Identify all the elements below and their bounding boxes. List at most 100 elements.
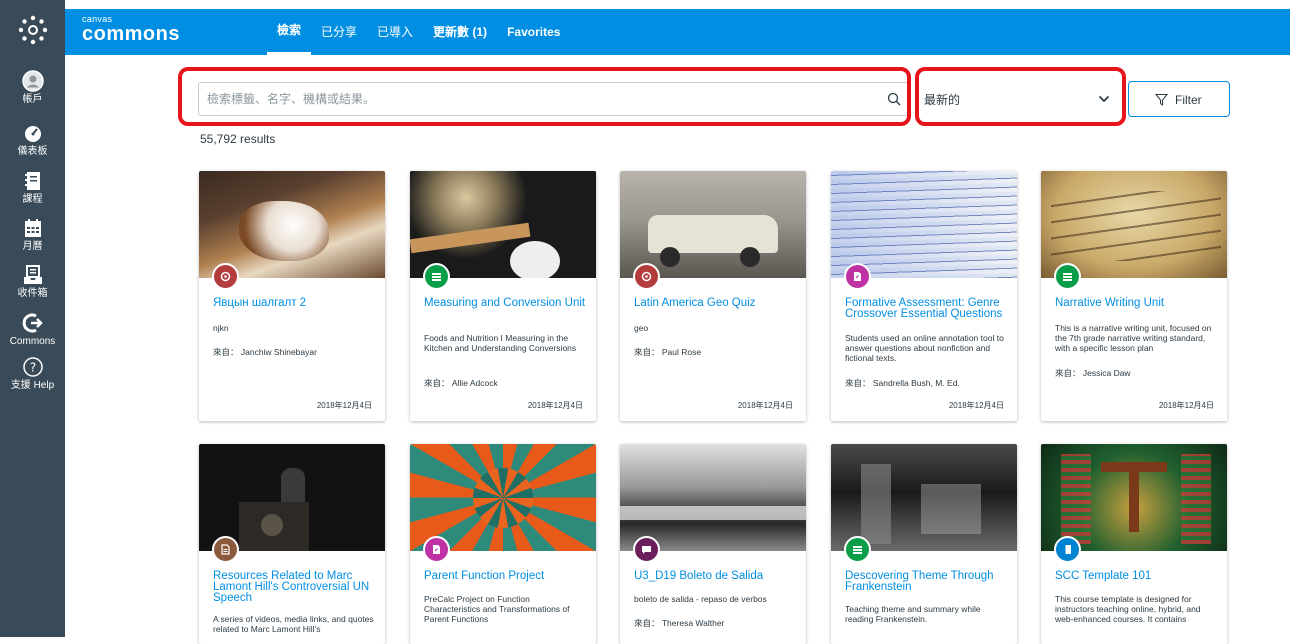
card-author: 來自： Jessica Daw [1055,368,1131,378]
rail-item-dashboard[interactable]: 儀表板 [0,122,65,158]
filter-button[interactable]: Filter [1128,81,1230,117]
rail-item-label: 儀表板 [17,146,48,157]
card-thumbnail [620,444,806,551]
card-title[interactable]: Parent Function Project [424,570,586,582]
card-thumbnail [199,444,385,551]
resource-card[interactable]: Latin America Geo Quiz geo 來自： Paul Rose… [620,171,806,421]
card-type-badge [423,536,450,563]
card-author: 來自： Theresa Walther [634,618,725,628]
assignment-icon [433,545,440,554]
card-thumbnail [410,444,596,551]
card-thumbnail [1041,444,1227,551]
filter-label: Filter [1175,93,1202,107]
card-type-badge [633,263,660,290]
card-date: 2018年12月4日 [1158,401,1214,410]
card-date: 2018年12月4日 [737,401,793,410]
card-description: boleto de salida - repaso de verbos [634,594,767,604]
module-icon [1063,273,1072,281]
rail-item-help[interactable]: ? 支援 Help [0,356,65,392]
card-description: njkn [213,323,229,333]
card-type-badge [844,536,871,563]
card-date: 2018年12月4日 [948,401,1004,410]
card-type-badge [844,263,871,290]
tab-search[interactable]: 檢索 [267,9,312,55]
card-description: Foods and Nutrition I Measuring in the K… [424,333,577,353]
card-title[interactable]: Formative Assessment: Genre Crossover Es… [845,297,1007,320]
resource-card[interactable]: Resources Related to Marc Lamont Hill's … [199,444,385,644]
rail-item-account[interactable]: 帳戶 [0,70,65,106]
inbox-icon [23,265,42,284]
card-author: 來自： Sandrella Bush, M. Ed. [845,378,960,388]
card-title[interactable]: U3_D19 Boleto de Salida [634,570,796,582]
card-author: 來自： Paul Rose [634,347,702,357]
global-nav-rail: 帳戶 儀表板 課程 月曆 收件箱 Commons ? 支援 Help [0,0,65,637]
tab-imported[interactable]: 已導入 [367,9,423,55]
card-title[interactable]: Явцын шалгалт 2 [213,297,375,309]
card-type-badge [423,263,450,290]
results-count: 55,792 results [200,132,276,146]
canvas-logo-icon[interactable] [17,14,49,46]
search-input[interactable] [207,83,867,115]
page-icon [221,544,230,555]
filter-funnel-icon [1155,94,1168,106]
resource-card[interactable]: Narrative Writing Unit This is a narrati… [1041,171,1227,421]
card-title[interactable]: SCC Template 101 [1055,570,1217,582]
rail-item-inbox[interactable]: 收件箱 [0,264,65,300]
resource-card[interactable]: Formative Assessment: Genre Crossover Es… [831,171,1017,421]
card-thumbnail [1041,171,1227,278]
card-type-badge [633,536,660,563]
card-title[interactable]: Descovering Theme Through Frankenstein [845,570,1007,593]
card-description: A series of videos, media links, and quo… [213,614,374,634]
card-thumbnail [831,171,1017,278]
card-author: 來自： Janchiw Shinebayar [213,347,317,357]
brand-big-text: commons [82,23,180,45]
card-title[interactable]: Latin America Geo Quiz [634,297,796,309]
resource-card[interactable]: Measuring and Conversion Unit Foods and … [410,171,596,421]
help-icon: ? [22,357,43,377]
card-description: geo [634,323,649,333]
commons-brand[interactable]: canvas commons [82,15,180,45]
rail-item-commons[interactable]: Commons [0,312,65,348]
card-thumbnail [410,171,596,278]
dashboard-icon [24,126,41,142]
card-description: Teaching theme and summary while reading… [845,604,981,624]
rail-item-label: Commons [9,336,56,347]
sort-select[interactable]: 最新的 [924,82,1120,116]
avatar-icon [21,70,44,92]
card-type-badge [212,536,239,563]
module-icon [432,273,441,281]
card-author: 來自： Allie Adcock [424,378,498,388]
rail-item-courses[interactable]: 課程 [0,170,65,206]
quiz-icon [641,271,652,282]
card-thumbnail [199,171,385,278]
card-description-text: Students used an online annotation tool … [845,333,1004,363]
module-icon [853,546,862,554]
card-description: This course template is designed for ins… [1055,594,1201,624]
search-icon[interactable] [887,92,901,106]
card-title[interactable]: Narrative Writing Unit [1055,297,1217,309]
course-icon [1064,545,1071,554]
tab-shared[interactable]: 已分享 [311,9,367,55]
card-title[interactable]: Resources Related to Marc Lamont Hill's … [213,570,375,604]
resource-card[interactable]: Явцын шалгалт 2 njkn 來自： Janchiw Shineba… [199,171,385,421]
rail-item-calendar[interactable]: 月曆 [0,217,65,253]
card-type-badge [212,263,239,290]
tab-favorites[interactable]: Favorites [497,9,570,55]
card-description: PreCalc Project on Function Characterist… [424,594,570,624]
card-date: 2018年12月4日 [527,401,583,410]
chevron-down-icon [1098,95,1110,103]
rail-item-label: 收件箱 [17,288,48,299]
resource-card[interactable]: Descovering Theme Through Frankenstein T… [831,444,1017,644]
card-type-badge [1054,263,1081,290]
resource-card[interactable]: U3_D19 Boleto de Salida boleto de salida… [620,444,806,644]
tab-updates[interactable]: 更新數 (1) [423,9,497,55]
rail-item-label: 支援 Help [10,380,55,391]
resource-card[interactable]: SCC Template 101 This course template is… [1041,444,1227,644]
card-description: This is a narrative writing unit, focuse… [1055,323,1212,353]
book-icon [24,172,40,190]
resource-card[interactable]: Parent Function Project PreCalc Project … [410,444,596,644]
card-description: Students used an online annotation tool … [845,333,1007,363]
card-title[interactable]: Measuring and Conversion Unit [424,297,586,309]
rail-item-label: 課程 [22,194,43,205]
main-nav: 檢索 已分享 已導入 更新數 (1) Favorites [267,9,570,55]
